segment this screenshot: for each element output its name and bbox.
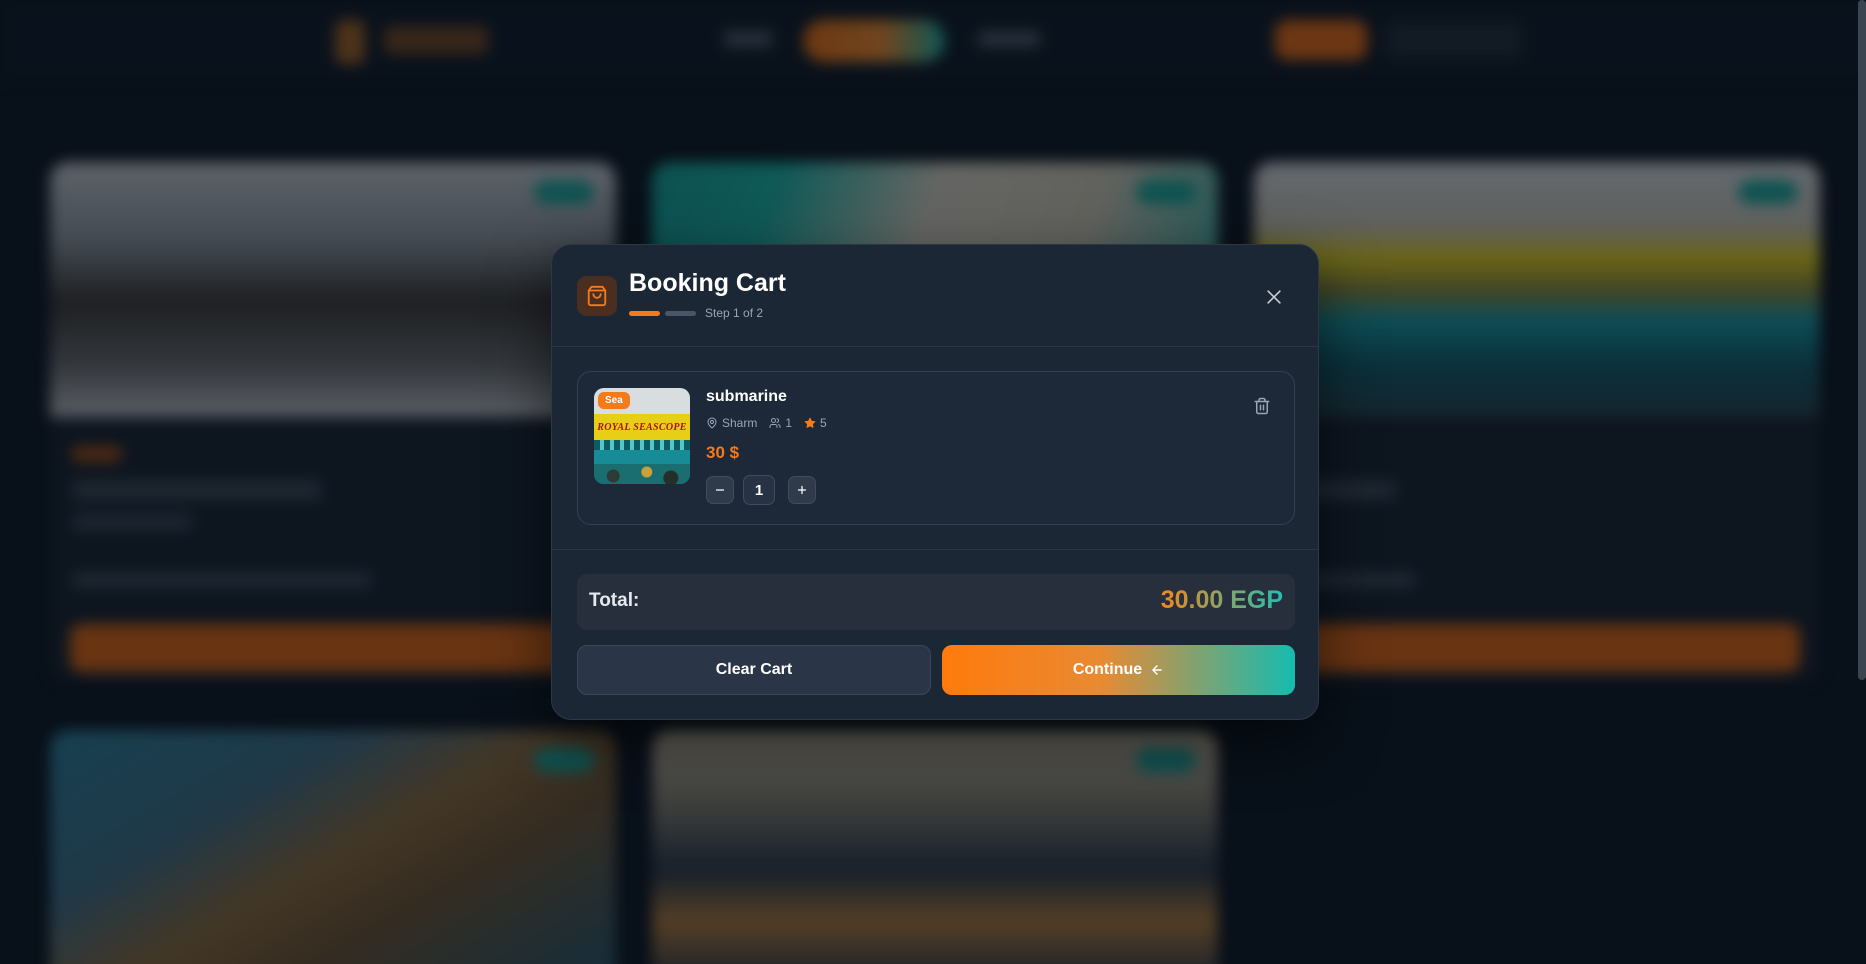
footer-divider	[552, 549, 1318, 550]
thumbnail-sign-text: ROYAL SEASCOPE	[597, 421, 687, 433]
step-indicator: Step 1 of 2	[705, 306, 764, 320]
star-icon	[804, 417, 816, 428]
rating-value: 5	[820, 416, 827, 430]
modal-header: Booking Cart Step 1 of 2	[552, 245, 1318, 347]
plus-icon	[797, 485, 807, 495]
clear-cart-label: Clear Cart	[715, 661, 793, 678]
total-summary: Total: 30.00 EGP	[577, 574, 1295, 630]
cart-item: ROYAL SEASCOPE Sea submarine Sharm 1 5 3…	[577, 371, 1295, 525]
page-scrollbar[interactable]	[1858, 0, 1866, 680]
close-icon	[1267, 290, 1281, 304]
progress-step-1	[629, 311, 660, 316]
cart-item-price: 30 $	[706, 443, 740, 462]
category-badge: Sea	[598, 392, 630, 409]
arrow-left-icon	[1152, 665, 1162, 675]
clear-cart-button[interactable]: Clear Cart	[577, 645, 931, 695]
people-count: 1	[785, 416, 793, 430]
progress-step-2	[665, 311, 696, 316]
modal-title: Booking Cart	[629, 269, 786, 297]
increase-quantity-button[interactable]	[788, 476, 816, 504]
booking-cart-modal: Booking Cart Step 1 of 2 ROYAL SEASCOPE …	[551, 244, 1319, 720]
minus-icon	[715, 489, 725, 491]
total-label: Total:	[589, 590, 640, 611]
remove-item-button[interactable]	[1250, 394, 1274, 418]
cart-item-name: submarine	[706, 388, 787, 405]
continue-button[interactable]: Continue	[942, 645, 1295, 695]
people-meta: 1	[769, 416, 792, 430]
quantity-value[interactable]: 1	[743, 475, 775, 505]
location-text: Sharm	[722, 416, 758, 430]
total-amount: 30.00 EGP	[1160, 586, 1283, 614]
cart-item-meta: Sharm 1 5	[706, 415, 839, 431]
rating-meta: 5	[804, 416, 827, 430]
shopping-bag-icon	[577, 276, 617, 316]
trash-icon	[1254, 397, 1270, 415]
map-pin-icon	[707, 417, 717, 429]
continue-label: Continue	[1072, 661, 1143, 678]
close-button[interactable]	[1260, 283, 1288, 311]
users-icon	[769, 418, 781, 428]
decrease-quantity-button[interactable]	[706, 476, 734, 504]
location-meta: Sharm	[706, 416, 757, 430]
